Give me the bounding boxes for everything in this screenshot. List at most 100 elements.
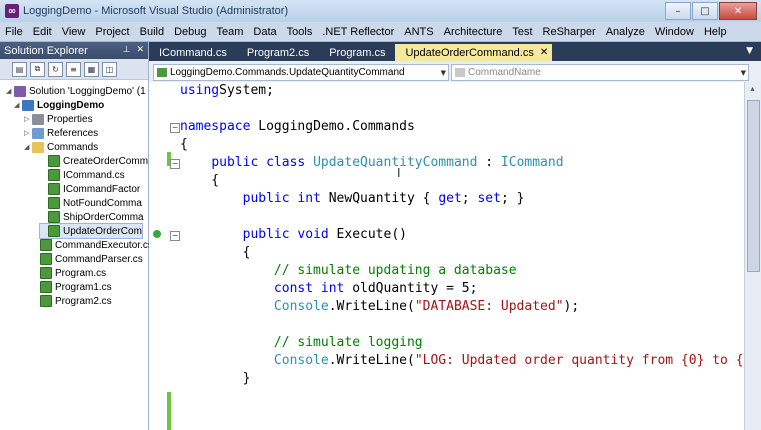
menu-item-ants[interactable]: ANTS: [399, 26, 438, 38]
tree-item[interactable]: CommandExecutor.cs: [32, 238, 153, 252]
code-line[interactable]: namespace LoggingDemo.Commands: [180, 118, 415, 136]
menu-item-build[interactable]: Build: [135, 26, 169, 38]
tab-program2-cs[interactable]: Program2.cs: [237, 44, 319, 61]
code-line[interactable]: }: [180, 370, 251, 388]
code-token: NewQuantity {: [320, 191, 439, 206]
menu-item-project[interactable]: Project: [90, 26, 134, 38]
type-combo-value: LoggingDemo.Commands.UpdateQuantityComma…: [170, 67, 405, 78]
maximize-icon[interactable]: □: [692, 2, 718, 20]
pin-icon[interactable]: ⊥: [123, 44, 131, 55]
code-line[interactable]: public class UpdateQuantityCommand : ICo…: [180, 154, 563, 172]
close-icon[interactable]: ✕: [719, 2, 757, 20]
code-editor[interactable]: − − − usingSystem; namespace LoggingDemo.…: [149, 82, 761, 430]
tree-item[interactable]: ▷ References: [24, 126, 98, 140]
menu-item-analyze[interactable]: Analyze: [601, 26, 650, 38]
member-icon: [455, 68, 465, 77]
properties-button-icon[interactable]: ▤: [12, 61, 27, 77]
member-combo[interactable]: CommandName ▼: [451, 64, 749, 81]
menu-item-test[interactable]: Test: [507, 26, 537, 38]
tree-item[interactable]: Program.cs: [32, 266, 106, 280]
tree-item[interactable]: ShipOrderComma: [40, 210, 144, 224]
code-line[interactable]: // simulate logging: [180, 334, 423, 352]
menu-item-net-reflector[interactable]: .NET Reflector: [317, 26, 399, 38]
tab-label: ICommand.cs: [159, 46, 227, 59]
tree-item[interactable]: UpdateOrderCom: [39, 223, 143, 239]
menu-item-data[interactable]: Data: [248, 26, 281, 38]
menu-item-debug[interactable]: Debug: [169, 26, 211, 38]
show-all-files-icon[interactable]: ⧉: [30, 61, 45, 77]
editor-gutter[interactable]: [149, 82, 167, 430]
menu-item-window[interactable]: Window: [650, 26, 699, 38]
refresh-icon[interactable]: ↻: [48, 61, 63, 77]
tree-item[interactable]: Program2.cs: [32, 294, 112, 308]
code-line[interactable]: {: [180, 172, 219, 190]
menu-item-architecture[interactable]: Architecture: [439, 26, 508, 38]
tree-item[interactable]: NotFoundComma: [40, 196, 142, 210]
code-token: Console: [273, 299, 329, 314]
solution-icon: [14, 85, 26, 97]
tree-item[interactable]: Program1.cs: [32, 280, 112, 294]
menu-item-help[interactable]: Help: [699, 26, 732, 38]
collapsed-arrow-icon[interactable]: ▷: [24, 129, 32, 137]
tab-close-icon[interactable]: ✕: [540, 47, 548, 58]
menu-item-team[interactable]: Team: [212, 26, 249, 38]
code-token: UpdateQuantityCommand: [313, 155, 478, 170]
tab-program-cs[interactable]: Program.cs: [319, 44, 395, 61]
code-line[interactable]: public int NewQuantity { get; set; }: [180, 190, 525, 208]
expanded-arrow-icon[interactable]: ◢: [14, 101, 22, 109]
document-tabs: ICommand.cs Program2.cs Program.cs UpdateOr…: [149, 42, 761, 61]
expanded-arrow-icon[interactable]: ◢: [24, 143, 32, 151]
code-line[interactable]: {: [180, 244, 251, 262]
cs-file-icon: [48, 183, 60, 195]
code-line[interactable]: usingSystem;: [180, 82, 274, 100]
code-line[interactable]: Console.WriteLine("LOG: Updated order qu…: [180, 352, 759, 370]
code-token: public void: [242, 227, 329, 242]
tab-updateordercommand-cs[interactable]: UpdateOrderCommand.cs ✕: [395, 44, 553, 61]
tree-item[interactable]: ICommand.cs: [40, 168, 125, 182]
view-code-icon[interactable]: ≡: [66, 61, 81, 77]
scrollbar-thumb[interactable]: [747, 100, 760, 272]
tree-item[interactable]: ◢ LoggingDemo: [14, 98, 104, 112]
menu-item-resharper[interactable]: ReSharper: [538, 26, 601, 38]
tree-item[interactable]: CreateOrderComm: [40, 154, 148, 168]
tree-item[interactable]: ICommandFactor: [40, 182, 140, 196]
tab-dropdown-icon[interactable]: ▼: [746, 46, 753, 56]
window-controls: – □ ✕: [665, 2, 757, 20]
member-combo-value: CommandName: [468, 67, 541, 78]
panel-close-icon[interactable]: ✕: [136, 44, 144, 55]
menu-item-file[interactable]: File: [0, 26, 28, 38]
view-designer-icon[interactable]: ▦: [84, 61, 99, 77]
code-line[interactable]: const int oldQuantity = 5;: [180, 280, 478, 298]
split-icon[interactable]: ▴: [747, 84, 758, 96]
menu-item-tools[interactable]: Tools: [282, 26, 318, 38]
vertical-scrollbar[interactable]: ▴: [744, 82, 761, 430]
tree-item[interactable]: ▷ Properties: [24, 112, 93, 126]
collapsed-arrow-icon[interactable]: ▷: [24, 115, 32, 123]
class-diagram-icon[interactable]: ◫: [102, 61, 117, 77]
tree-item[interactable]: CommandParser.cs: [32, 252, 143, 266]
type-combo[interactable]: LoggingDemo.Commands.UpdateQuantityComma…: [153, 64, 449, 81]
collapse-icon[interactable]: −: [170, 123, 180, 133]
collapse-icon[interactable]: −: [170, 159, 180, 169]
breakpoint-icon[interactable]: [153, 230, 161, 238]
menu-item-edit[interactable]: Edit: [28, 26, 57, 38]
tree-item[interactable]: ◢ Solution 'LoggingDemo' (1 p: [6, 84, 154, 98]
code-line[interactable]: public void Execute(): [180, 226, 407, 244]
code-token: get: [438, 191, 462, 206]
code-line[interactable]: // simulate updating a database: [180, 262, 517, 280]
code-line[interactable]: Console.WriteLine("DATABASE: Updated");: [180, 298, 579, 316]
code-token: using: [180, 83, 220, 98]
tab-label: UpdateOrderCommand.cs: [405, 46, 534, 59]
collapse-icon[interactable]: −: [170, 231, 180, 241]
tab-icommand-cs[interactable]: ICommand.cs: [149, 44, 237, 61]
menu-item-view[interactable]: View: [57, 26, 91, 38]
cs-file-icon: [40, 267, 52, 279]
minimize-icon[interactable]: –: [665, 2, 691, 20]
code-line[interactable]: {: [180, 136, 188, 154]
expanded-arrow-icon[interactable]: ◢: [6, 87, 14, 95]
tree-item[interactable]: ◢ Commands: [24, 140, 98, 154]
